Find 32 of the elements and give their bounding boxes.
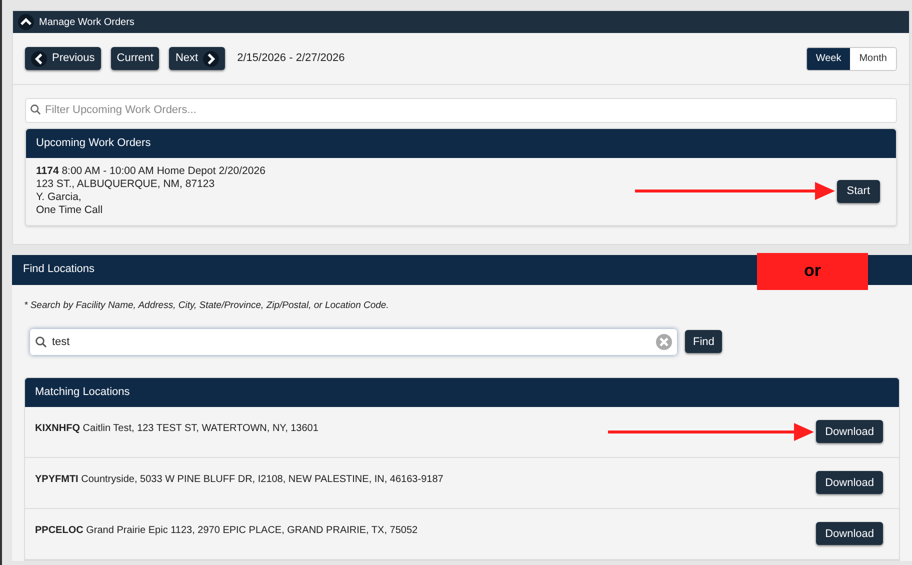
location-details: KIXNHFQ Caitlin Test, 123 TEST ST, WATERTOWN, NY, 13601 bbox=[35, 422, 318, 436]
view-tab[interactable]: Month bbox=[850, 48, 896, 70]
section-title: Upcoming Work Orders bbox=[36, 136, 151, 151]
panel-title: Manage Work Orders bbox=[39, 16, 134, 30]
nav-button[interactable]: Current bbox=[110, 47, 160, 70]
chevron-right-icon bbox=[203, 50, 220, 66]
panel-title: Find Locations bbox=[23, 262, 95, 278]
nav-button[interactable]: Next bbox=[169, 47, 226, 70]
order-contact: Y. Garcia, bbox=[36, 191, 82, 204]
download-button[interactable]: Download bbox=[816, 471, 883, 494]
search-icon bbox=[30, 104, 41, 115]
download-button[interactable]: Download bbox=[816, 522, 883, 546]
clear-icon[interactable] bbox=[655, 332, 673, 351]
location-details: PPCELOC Grand Prairie Epic 1123, 2970 EPIC PLACE, GRAND PRAIRIE, TX, 75052 bbox=[35, 524, 418, 538]
search-hint: * Search by Facility Name, Address, City, State/Province, Zip/Postal, or Location Code. bbox=[24, 298, 390, 312]
filter-field[interactable]: Filter Upcoming Work Orders... bbox=[25, 98, 897, 122]
chevron-left-icon bbox=[31, 50, 47, 66]
order-call-type: One Time Call bbox=[36, 204, 104, 217]
location-details: YPYFMTI Countryside, 5033 W PINE BLUFF DR, I2108, NEW PALESTINE, IN, 46163-9187 bbox=[35, 472, 444, 487]
download-button[interactable]: Download bbox=[816, 420, 883, 444]
order-address: 123 ST., ALBUQUERQUE, NM, 87123 bbox=[36, 178, 216, 191]
nav-button[interactable]: Previous bbox=[25, 47, 101, 70]
section-title: Matching Locations bbox=[35, 385, 130, 400]
search-icon bbox=[35, 336, 47, 348]
start-button[interactable]: Start bbox=[836, 180, 880, 202]
date-range: 2/15/2026 - 2/27/2026 bbox=[237, 51, 345, 66]
order-summary: 1174 8:00 AM - 10:00 AM Home Depot 2/20/2026 bbox=[36, 165, 266, 178]
location-search-field[interactable]: test bbox=[30, 328, 677, 355]
annotation-label: or bbox=[757, 252, 868, 290]
collapse-icon bbox=[18, 14, 34, 30]
view-tab[interactable]: Week bbox=[806, 48, 850, 70]
find-button[interactable]: Find bbox=[685, 330, 722, 354]
